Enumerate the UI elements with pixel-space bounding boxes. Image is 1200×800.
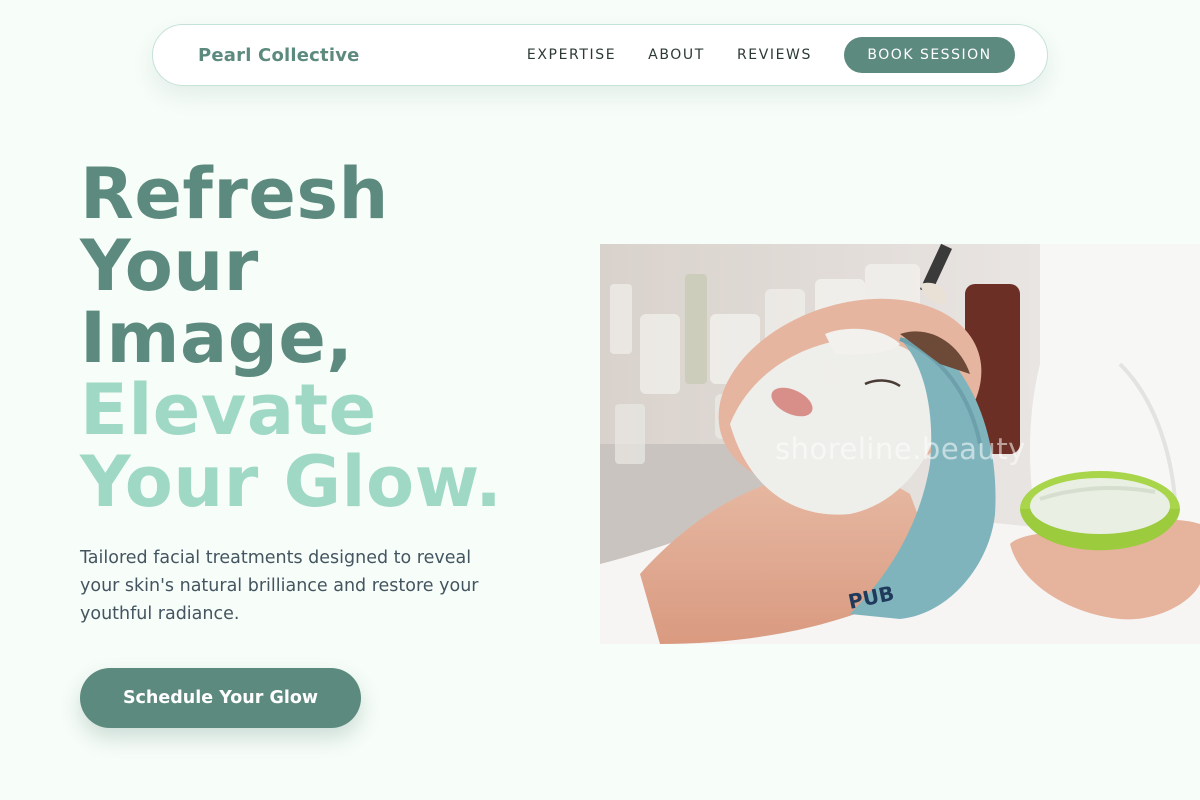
hero-title-line-accent: Your Glow. [80, 441, 503, 523]
nav-link-expertise[interactable]: EXPERTISE [527, 47, 616, 63]
hero-title-line: Your [80, 225, 259, 307]
hero-image: PUB shoreline.beauty [600, 244, 1200, 644]
nav-link-reviews[interactable]: REVIEWS [737, 47, 812, 63]
schedule-glow-button[interactable]: Schedule Your Glow [80, 668, 361, 728]
hero-title-line: Image, [80, 297, 354, 379]
top-nav: Pearl Collective EXPERTISE ABOUT REVIEWS… [152, 24, 1048, 86]
nav-link-about[interactable]: ABOUT [648, 47, 705, 63]
hero-title-line: Refresh [80, 153, 389, 235]
brand-logo[interactable]: Pearl Collective [198, 45, 360, 66]
landing-page: Pearl Collective EXPERTISE ABOUT REVIEWS… [0, 0, 1200, 800]
hero-description: Tailored facial treatments designed to r… [80, 548, 479, 624]
nav-links: EXPERTISE ABOUT REVIEWS BOOK SESSION [527, 37, 1015, 73]
book-session-button[interactable]: BOOK SESSION [844, 37, 1015, 73]
hero-title: Refresh Your Image, Elevate Your Glow. [80, 158, 560, 518]
image-watermark: shoreline.beauty [775, 432, 1026, 466]
hero-title-line-accent: Elevate [80, 369, 377, 451]
